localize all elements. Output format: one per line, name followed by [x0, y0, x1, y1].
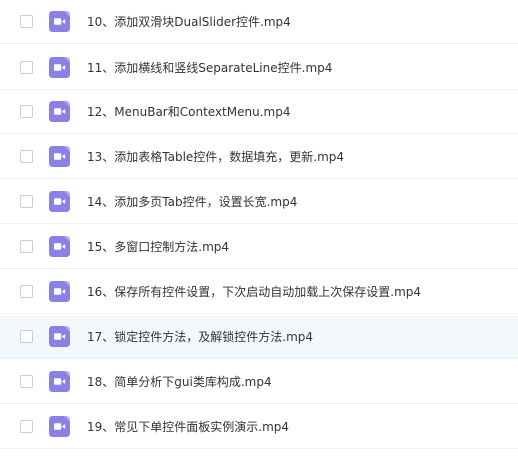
- video-file-icon: [49, 57, 70, 78]
- file-name[interactable]: 16、保存所有控件设置，下次启动自动加载上次保存设置.mp4: [87, 283, 421, 300]
- video-file-icon: [49, 146, 70, 167]
- row-checkbox[interactable]: [20, 150, 33, 163]
- list-item[interactable]: 18、简单分析下gui类库构成.mp4: [0, 360, 518, 404]
- video-file-icon: [49, 416, 70, 437]
- video-file-icon: [49, 371, 70, 392]
- file-name[interactable]: 18、简单分析下gui类库构成.mp4: [87, 373, 272, 390]
- row-checkbox[interactable]: [20, 375, 33, 388]
- list-item[interactable]: 11、添加横线和竖线SeparateLine控件.mp4: [0, 46, 518, 90]
- video-file-icon: [49, 11, 70, 32]
- file-name[interactable]: 12、MenuBar和ContextMenu.mp4: [87, 103, 290, 120]
- row-checkbox[interactable]: [20, 330, 33, 343]
- list-item[interactable]: 10、添加双滑块DualSlider控件.mp4: [0, 0, 518, 44]
- row-checkbox[interactable]: [20, 15, 33, 28]
- row-checkbox[interactable]: [20, 240, 33, 253]
- list-item[interactable]: 15、多窗口控制方法.mp4: [0, 225, 518, 269]
- file-name[interactable]: 10、添加双滑块DualSlider控件.mp4: [87, 13, 291, 30]
- file-name[interactable]: 17、锁定控件方法，及解锁控件方法.mp4: [87, 328, 313, 345]
- list-item[interactable]: 14、添加多页Tab控件，设置长宽.mp4: [0, 180, 518, 224]
- list-item[interactable]: 13、添加表格Table控件，数据填充，更新.mp4: [0, 135, 518, 179]
- video-file-icon: [49, 281, 70, 302]
- file-name[interactable]: 11、添加横线和竖线SeparateLine控件.mp4: [87, 59, 332, 76]
- list-item[interactable]: 19、常见下单控件面板实例演示.mp4: [0, 405, 518, 449]
- row-checkbox[interactable]: [20, 105, 33, 118]
- list-item[interactable]: 16、保存所有控件设置，下次启动自动加载上次保存设置.mp4: [0, 270, 518, 314]
- file-list: 10、添加双滑块DualSlider控件.mp4 11、添加横线和竖线Separ…: [0, 0, 518, 456]
- file-name[interactable]: 15、多窗口控制方法.mp4: [87, 238, 229, 255]
- row-checkbox[interactable]: [20, 420, 33, 433]
- list-item[interactable]: 12、MenuBar和ContextMenu.mp4: [0, 90, 518, 134]
- file-name[interactable]: 19、常见下单控件面板实例演示.mp4: [87, 418, 289, 435]
- list-item[interactable]: 17、锁定控件方法，及解锁控件方法.mp4: [0, 315, 518, 359]
- video-file-icon: [49, 101, 70, 122]
- row-checkbox[interactable]: [20, 195, 33, 208]
- video-file-icon: [49, 191, 70, 212]
- file-name[interactable]: 13、添加表格Table控件，数据填充，更新.mp4: [87, 148, 344, 165]
- video-file-icon: [49, 326, 70, 347]
- file-name[interactable]: 14、添加多页Tab控件，设置长宽.mp4: [87, 193, 297, 210]
- row-checkbox[interactable]: [20, 61, 33, 74]
- video-file-icon: [49, 236, 70, 257]
- row-checkbox[interactable]: [20, 285, 33, 298]
